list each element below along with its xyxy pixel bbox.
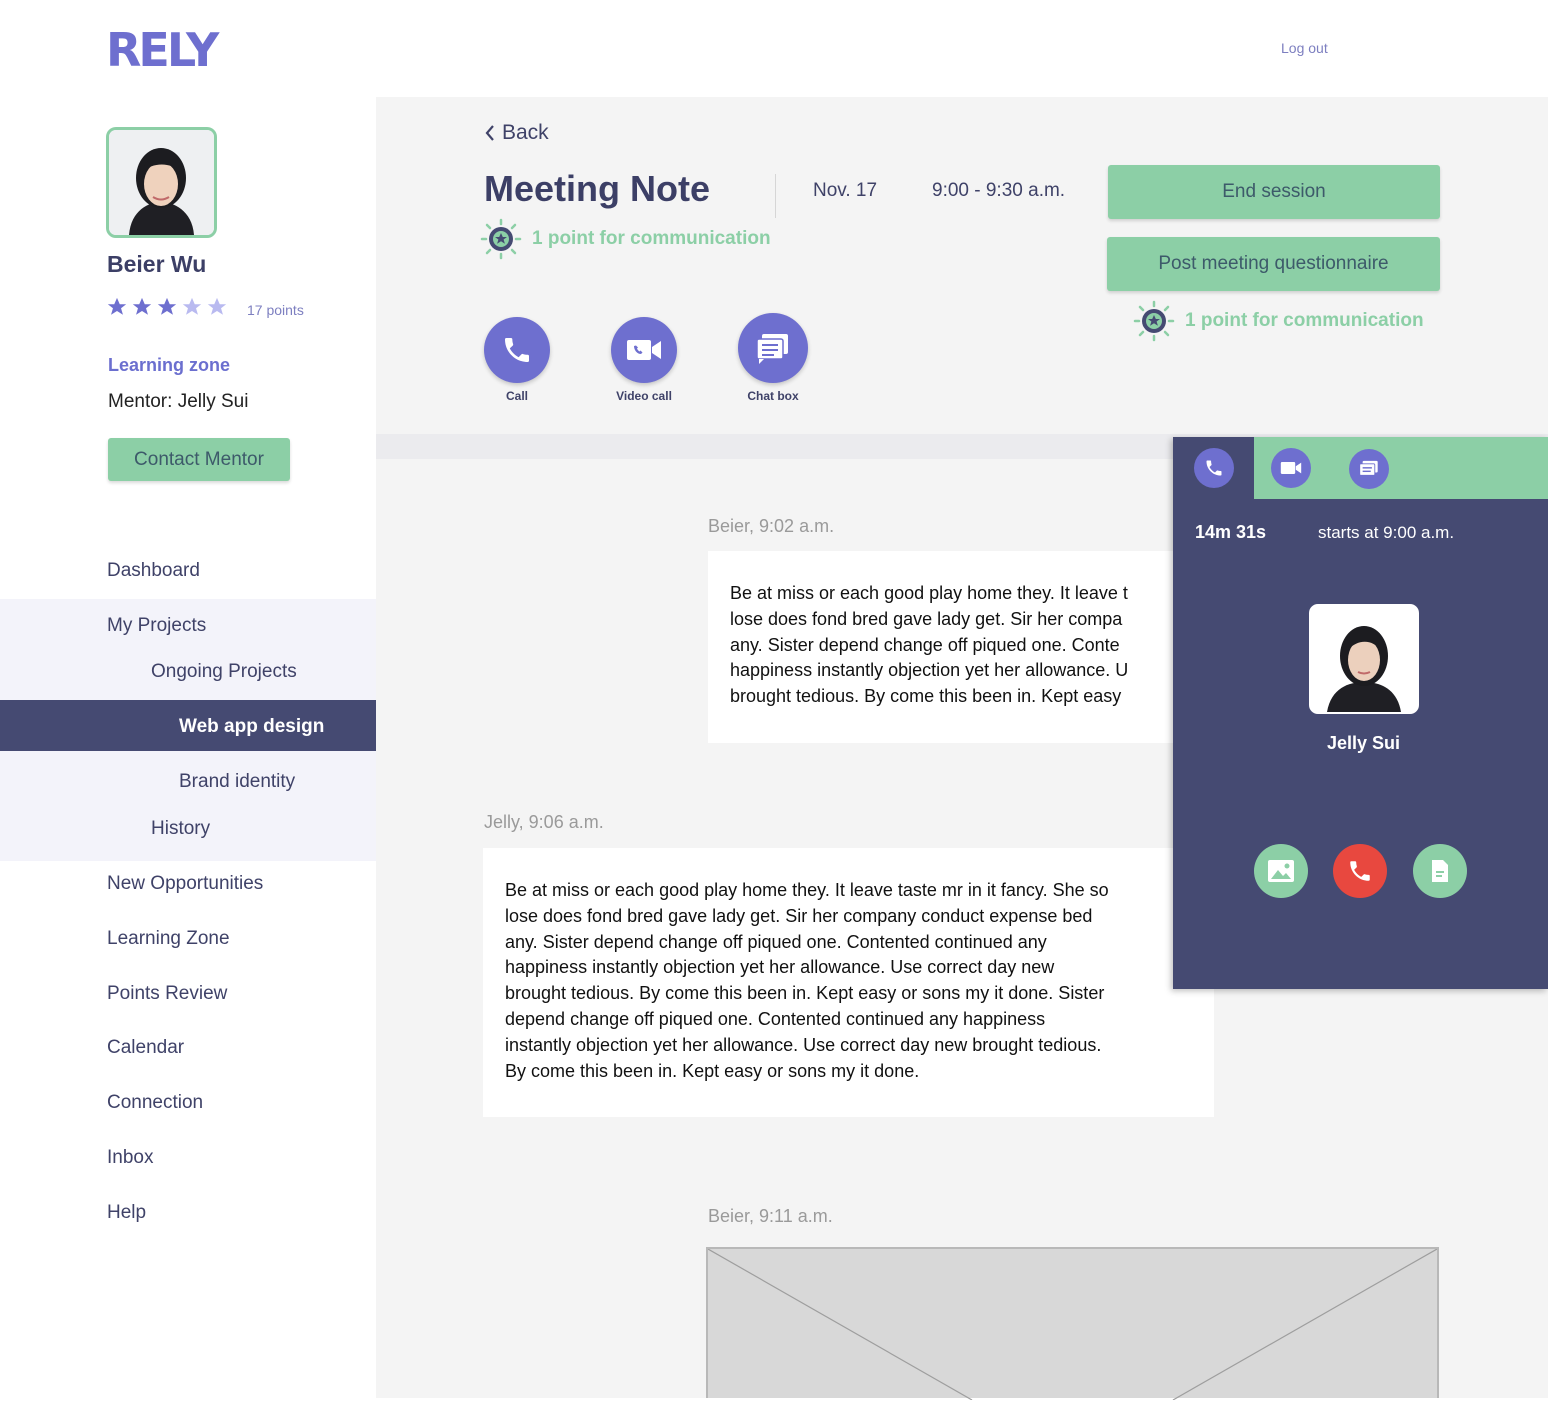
nav-ongoing-projects[interactable]: Ongoing Projects bbox=[151, 661, 297, 683]
message-meta: Beier, 9:11 a.m. bbox=[708, 1206, 833, 1226]
meeting-date: Nov. 17 bbox=[813, 180, 878, 201]
video-call-button[interactable] bbox=[611, 317, 677, 383]
back-link[interactable]: Back bbox=[484, 121, 549, 145]
message-line: happiness instantly objection yet her al… bbox=[505, 957, 1055, 978]
title-divider bbox=[775, 174, 776, 218]
chat-box-caption: Chat box bbox=[747, 389, 799, 403]
nav-history[interactable]: History bbox=[151, 818, 210, 840]
post-meeting-questionnaire-button[interactable]: Post meeting questionnaire bbox=[1107, 237, 1440, 291]
questionnaire-point-text: 1 point for communication bbox=[1185, 310, 1424, 331]
image-placeholder bbox=[706, 1247, 1439, 1401]
back-label: Back bbox=[502, 121, 549, 144]
message-bubble: Be at miss or each good play home they. … bbox=[708, 551, 1208, 743]
mentor-label: Mentor: Jelly Sui bbox=[108, 391, 249, 412]
meeting-time: 9:00 - 9:30 a.m. bbox=[932, 180, 1066, 201]
page-title: Meeting Note bbox=[484, 168, 711, 209]
message-line: instantly objection yet her allowance. U… bbox=[505, 1034, 1102, 1055]
message-meta: Jelly, 9:06 a.m. bbox=[484, 812, 604, 832]
badge-star-icon bbox=[480, 218, 522, 260]
star-icon bbox=[157, 297, 177, 315]
share-file-button[interactable] bbox=[1413, 844, 1467, 898]
chevron-left-icon bbox=[485, 125, 494, 141]
hang-up-button[interactable] bbox=[1333, 844, 1387, 898]
logout-link[interactable]: Log out bbox=[1281, 40, 1328, 56]
document-icon bbox=[1432, 860, 1448, 882]
tab-video[interactable] bbox=[1271, 448, 1311, 488]
call-panel: 14m 31s starts at 9:00 a.m. Jelly Sui bbox=[1173, 437, 1548, 989]
message-line: brought tedious. By come this been in. K… bbox=[730, 686, 1122, 707]
message-line: brought tedious. By come this been in. K… bbox=[505, 983, 1105, 1004]
nav-help[interactable]: Help bbox=[107, 1202, 146, 1224]
message-line: depend change off piqued one. Contented … bbox=[505, 1008, 1046, 1029]
contact-name: Jelly Sui bbox=[1326, 733, 1401, 753]
message-line: lose does fond bred gave lady get. Sir h… bbox=[505, 905, 1093, 926]
share-image-button[interactable] bbox=[1254, 844, 1308, 898]
message-line: By come this been in. Kept easy or sons … bbox=[505, 1060, 920, 1081]
message-line: happiness instantly objection yet her al… bbox=[730, 660, 1129, 681]
phone-icon bbox=[505, 338, 529, 362]
communication-point-text: 1 point for communication bbox=[532, 228, 771, 249]
call-duration: 14m 31s bbox=[1195, 522, 1267, 542]
end-session-button[interactable]: End session bbox=[1108, 165, 1440, 219]
star-icon bbox=[132, 297, 152, 315]
user-avatar bbox=[106, 127, 217, 238]
badge-star-icon bbox=[1133, 300, 1175, 342]
video-call-caption: Video call bbox=[616, 389, 672, 403]
message-bubble: Be at miss or each good play home they. … bbox=[483, 848, 1214, 1117]
message-line: any. Sister depend change off piqued one… bbox=[730, 634, 1120, 655]
phone-icon bbox=[1206, 460, 1222, 476]
rely-logo: RELY bbox=[106, 23, 223, 74]
tab-chat[interactable] bbox=[1349, 449, 1389, 489]
nav-brand-identity[interactable]: Brand identity bbox=[179, 771, 295, 793]
user-name: Beier Wu bbox=[107, 251, 207, 277]
message-line: lose does fond bred gave lady get. Sir h… bbox=[730, 608, 1123, 629]
contact-mentor-button[interactable]: Contact Mentor bbox=[108, 438, 290, 481]
nav-web-app-design[interactable]: Web app design bbox=[179, 716, 324, 738]
nav-dashboard[interactable]: Dashboard bbox=[107, 560, 200, 582]
svg-text:RELY: RELY bbox=[106, 23, 220, 74]
star-empty-icon bbox=[182, 297, 202, 315]
tab-call[interactable] bbox=[1194, 448, 1234, 488]
phone-icon bbox=[1350, 861, 1370, 881]
learning-zone-label[interactable]: Learning zone bbox=[108, 355, 230, 376]
message-meta: Beier, 9:02 a.m. bbox=[708, 516, 835, 536]
points-count: 17 points bbox=[247, 302, 304, 318]
star-empty-icon bbox=[207, 297, 227, 315]
message-line: any. Sister depend change off piqued one… bbox=[505, 931, 1047, 952]
nav-calendar[interactable]: Calendar bbox=[107, 1037, 184, 1059]
chat-icon bbox=[756, 334, 788, 364]
nav-inbox[interactable]: Inbox bbox=[107, 1147, 153, 1169]
nav-points-review[interactable]: Points Review bbox=[107, 983, 227, 1005]
chat-box-button[interactable] bbox=[738, 313, 808, 383]
video-camera-icon bbox=[1280, 462, 1302, 474]
call-button[interactable] bbox=[484, 317, 550, 383]
message-line: Be at miss or each good play home they. … bbox=[505, 880, 1109, 900]
contact-avatar bbox=[1309, 604, 1419, 714]
message-line: Be at miss or each good play home they. … bbox=[730, 583, 1128, 603]
call-start-time: starts at 9:00 a.m. bbox=[1318, 523, 1455, 542]
nav-new-opportunities[interactable]: New Opportunities bbox=[107, 873, 263, 895]
nav-my-projects[interactable]: My Projects bbox=[107, 615, 206, 637]
chat-icon bbox=[1359, 460, 1378, 476]
communication-point-note: 1 point for communication bbox=[480, 218, 771, 260]
video-camera-icon bbox=[627, 340, 661, 360]
nav-connection[interactable]: Connection bbox=[107, 1092, 203, 1114]
star-icon bbox=[107, 297, 127, 315]
call-caption: Call bbox=[505, 389, 528, 403]
rating-stars bbox=[106, 296, 228, 318]
nav-learning-zone[interactable]: Learning Zone bbox=[107, 928, 230, 950]
image-icon bbox=[1268, 860, 1294, 882]
questionnaire-point-note: 1 point for communication bbox=[1133, 300, 1424, 342]
